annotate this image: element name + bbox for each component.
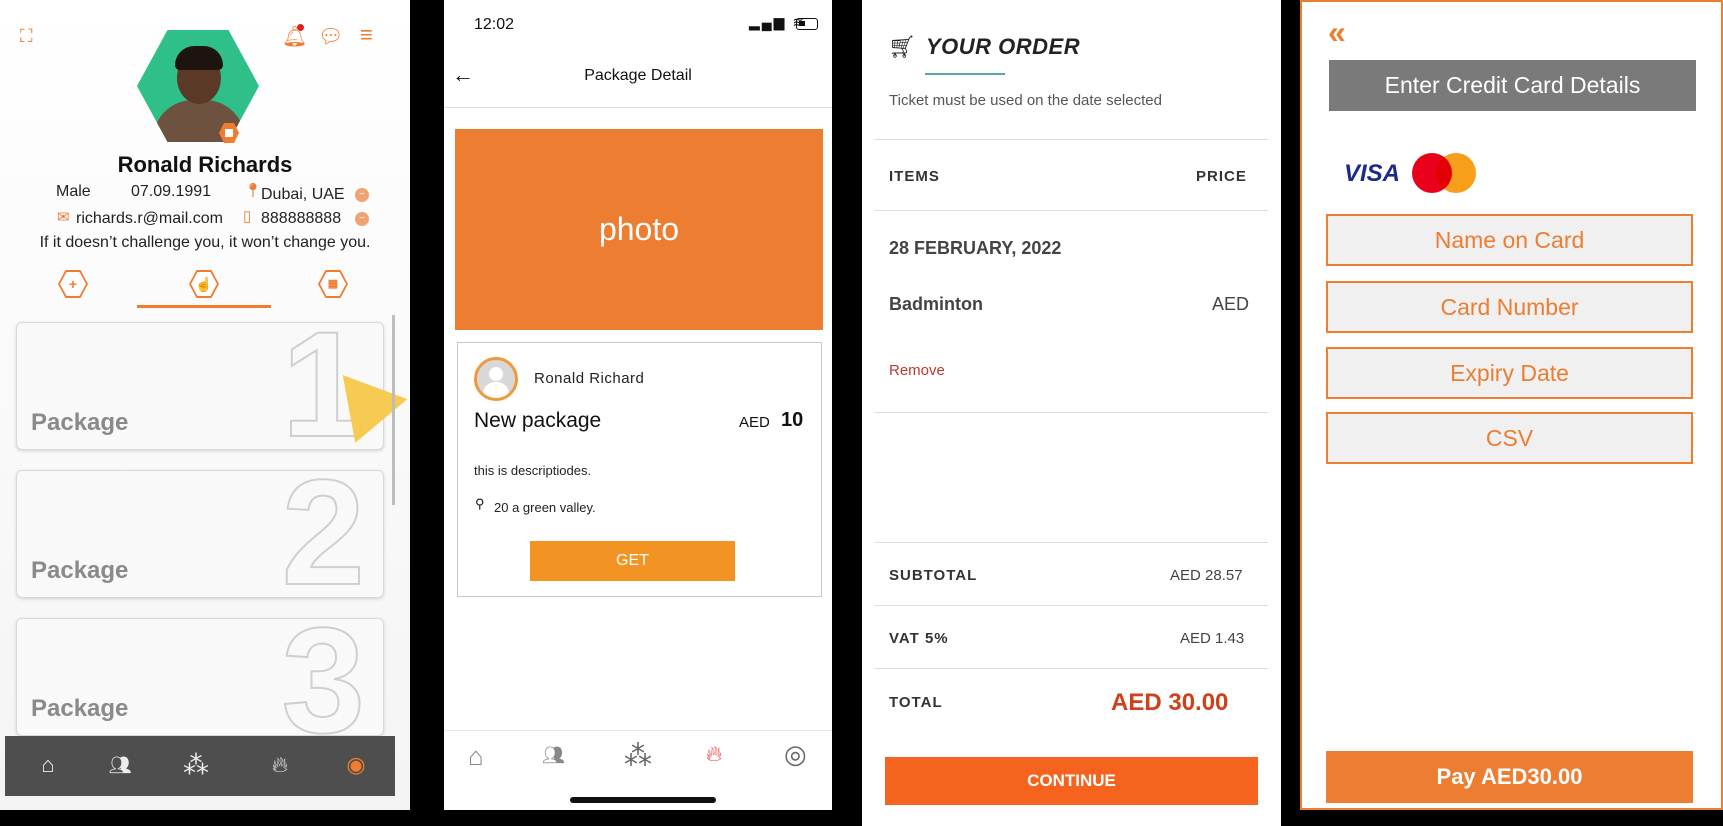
vat-label: VAT 5% <box>889 630 949 647</box>
location-pin-icon: 📍︎ <box>244 182 262 198</box>
home-indicator <box>570 797 716 803</box>
card-number-field[interactable]: Card Number <box>1326 281 1693 333</box>
package-address: 20 a green valley. <box>494 500 596 515</box>
tab-grid[interactable]: ▦ <box>318 270 348 298</box>
home-icon[interactable]: ⌂ <box>468 741 484 772</box>
flame-icon[interactable]: 🔥︎ <box>265 750 295 780</box>
visa-logo: VISA <box>1344 160 1401 187</box>
item-name: Badminton <box>889 294 983 314</box>
profile-name: Ronald Richards <box>117 152 293 177</box>
divider <box>875 605 1268 606</box>
price-value: 10 <box>781 409 804 431</box>
divider <box>875 542 1268 543</box>
people-icon[interactable]: 👥︎ <box>542 745 565 766</box>
gender: Male <box>56 183 91 200</box>
csv-field[interactable]: CSV <box>1326 412 1693 464</box>
active-tab-indicator <box>137 305 271 308</box>
owner-name: Ronald Richard <box>534 370 645 387</box>
price-currency: AED <box>739 414 770 431</box>
package-card: Ronald Richard New package AED 10 this i… <box>457 342 822 597</box>
home-icon[interactable]: ⌂ <box>33 750 63 780</box>
grid-icon: ▦ <box>320 272 346 296</box>
battery-icon <box>796 18 818 30</box>
scrollbar[interactable] <box>392 315 395 505</box>
divider <box>444 107 832 108</box>
location: Dubai, UAE <box>261 186 345 203</box>
hand-icon: ☝ <box>191 272 217 296</box>
bio: If it doesn’t challenge you, it won’t ch… <box>39 234 371 251</box>
subtotal-label: SUBTOTAL <box>889 567 978 584</box>
plus-icon: + <box>60 272 86 296</box>
ticket-note: Ticket must be used on the date selected <box>889 92 1162 109</box>
logo-icon[interactable]: ⁂ <box>624 739 652 772</box>
owner-avatar[interactable] <box>474 357 518 401</box>
package-card[interactable]: 3 Package <box>16 618 384 736</box>
get-button[interactable]: GET <box>530 541 735 581</box>
package-photo: photo <box>455 129 823 330</box>
tab-packages[interactable]: ☝ <box>189 270 219 298</box>
back-chevron-icon[interactable]: « <box>1328 14 1346 51</box>
price-header: PRICE <box>1196 168 1247 185</box>
subtotal-value: AED 28.57 <box>1170 567 1243 584</box>
page-title: Enter Credit Card Details <box>1329 60 1696 111</box>
notification-dot <box>297 24 304 31</box>
package-number: 3 <box>281 618 366 736</box>
package-label: Package <box>31 557 129 584</box>
tab-add[interactable]: + <box>58 270 88 298</box>
cart-icon: 🛒︎ <box>888 34 916 59</box>
title-underline <box>925 73 1005 75</box>
people-icon[interactable]: 👥︎ <box>105 750 135 780</box>
mail-icon: ✉ <box>57 209 70 226</box>
logo-icon[interactable]: ⁂ <box>181 750 211 780</box>
profile-screen: ⛶ 🔔︎ 💬︎ ≡ Ronald Richards Male 07.09.199… <box>0 0 410 810</box>
package-number: 2 <box>281 470 366 598</box>
mastercard-logo-right <box>1436 153 1476 193</box>
total-label: TOTAL <box>889 694 943 711</box>
divider <box>875 210 1268 211</box>
remove-location-icon[interactable]: − <box>355 188 369 202</box>
total-value: AED 30.00 <box>1111 689 1229 716</box>
dob: 07.09.1991 <box>131 183 212 200</box>
package-name: New package <box>474 409 602 432</box>
pay-button[interactable]: Pay AED30.00 <box>1326 751 1693 803</box>
bottom-nav: ⌂ 👥︎ ⁂ 🔥︎ ◉ <box>5 736 395 796</box>
phone-icon: ▯ <box>243 208 252 225</box>
avatar[interactable] <box>137 30 259 142</box>
location-pin-icon: ⚲ <box>475 496 485 511</box>
email: richards.r@mail.com <box>76 210 223 227</box>
phone: 888888888 <box>261 210 342 227</box>
package-label: Package <box>31 409 129 436</box>
divider <box>875 139 1268 140</box>
order-title: YOUR ORDER <box>926 34 1081 59</box>
chat-icon[interactable]: 💬︎ <box>318 24 343 49</box>
remove-phone-icon[interactable]: − <box>355 212 369 226</box>
expiry-date-field[interactable]: Expiry Date <box>1326 347 1693 399</box>
divider <box>875 412 1268 413</box>
status-time: 12:02 <box>474 16 515 33</box>
items-header: ITEMS <box>889 168 940 185</box>
name-on-card-field[interactable]: Name on Card <box>1326 214 1693 266</box>
menu-icon[interactable]: ≡ <box>360 22 373 48</box>
package-detail-screen: 12:02 ▂▄▆ ≋ ← Package Detail photo Ronal… <box>444 0 832 810</box>
package-card[interactable]: 2 Package <box>16 470 384 598</box>
vat-value: AED 1.43 <box>1180 630 1245 647</box>
divider <box>875 668 1268 669</box>
order-screen: 🛒︎ YOUR ORDER Ticket must be used on the… <box>862 0 1281 826</box>
package-label: Package <box>31 695 129 722</box>
flame-icon[interactable]: 🔥︎ <box>706 741 722 767</box>
item-price: AED <box>1212 294 1250 314</box>
credit-card-screen: « Enter Credit Card Details VISA Name on… <box>1300 0 1723 810</box>
profile-icon[interactable]: ◎ <box>784 739 807 770</box>
profile-icon[interactable]: ◉ <box>341 750 371 780</box>
package-description: this is descriptiodes. <box>474 463 592 478</box>
remove-link[interactable]: Remove <box>889 362 945 379</box>
order-date: 28 FEBRUARY, 2022 <box>889 238 1062 258</box>
scan-icon[interactable]: ⛶ <box>20 26 33 47</box>
page-title: Package Detail <box>584 67 692 84</box>
continue-button[interactable]: CONTINUE <box>885 757 1258 805</box>
